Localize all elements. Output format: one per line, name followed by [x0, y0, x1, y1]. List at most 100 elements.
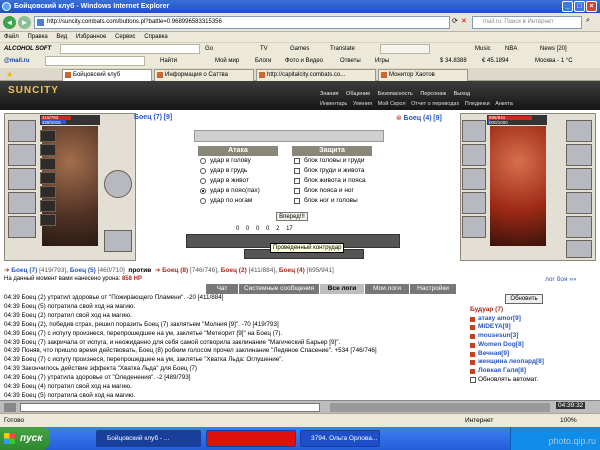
stop-icon[interactable]: ✕	[461, 17, 467, 25]
tab-capitalcity[interactable]: http://capitalcity.combats.co...	[256, 69, 376, 81]
tab-monitor[interactable]: Монитор Хаотов	[378, 69, 468, 81]
radio-icon[interactable]	[200, 168, 206, 174]
chat-toggle-icon[interactable]	[4, 403, 16, 412]
attack-option[interactable]: удар в пояс(пах)	[198, 186, 278, 196]
ring-slot[interactable]	[40, 158, 56, 170]
start-button[interactable]: пуск	[0, 427, 50, 450]
search-input[interactable]: mail.ru: Поиск в Интернет	[472, 16, 582, 29]
zoom-level[interactable]: 100%	[560, 414, 577, 428]
chat-tool-icons[interactable]	[330, 403, 550, 412]
ring-slot[interactable]	[40, 144, 56, 156]
link-communication[interactable]: Общение	[346, 91, 370, 97]
refresh-icon[interactable]: ⟳	[452, 17, 458, 25]
link-exit[interactable]: Выход	[454, 91, 470, 97]
go-button[interactable]: Go	[205, 43, 213, 55]
link-scroll[interactable]: Мой Скрол	[378, 101, 406, 107]
all-logs-tab[interactable]: Все логи	[320, 284, 364, 294]
link-knowledge[interactable]: Знания	[320, 91, 339, 97]
checkbox-icon[interactable]	[294, 158, 300, 164]
my-world-link[interactable]: Мой мир	[215, 55, 239, 68]
checkbox-icon[interactable]	[294, 168, 300, 174]
games-button[interactable]: Games	[290, 43, 309, 55]
link-plediny[interactable]: Плединки	[465, 101, 490, 107]
address-bar[interactable]: http://suncity.combats.com/buttons.pl?ba…	[34, 16, 450, 29]
photo-video-link[interactable]: Фото и Видео	[285, 55, 323, 68]
equip-amulet-slot[interactable]	[462, 144, 486, 166]
menu-view[interactable]: Вид	[56, 34, 67, 40]
boots-slot[interactable]	[566, 240, 592, 258]
close-button[interactable]: ×	[586, 1, 597, 12]
equip-helmet-slot[interactable]	[8, 120, 36, 142]
user-item[interactable]: mousesun[3]	[470, 332, 596, 341]
attack-option[interactable]: удар по ногам	[198, 196, 278, 206]
attack-option[interactable]: удар в живот	[198, 176, 278, 186]
equip-belt-slot[interactable]	[462, 216, 486, 238]
team-b-fighter[interactable]: Боец (2)	[221, 267, 247, 274]
menu-file[interactable]: Файл	[4, 34, 19, 40]
team-b-fighter[interactable]: Боец (8)	[162, 267, 188, 274]
menu-favorites[interactable]: Избранное	[76, 34, 106, 40]
taskbar-item-olga[interactable]: 3794. Ольга Орлова...	[300, 430, 380, 447]
link-transfers[interactable]: Отчет о переводах	[411, 101, 459, 107]
translate-button[interactable]: Translate	[330, 43, 355, 55]
link-inventory[interactable]: Инвентарь	[320, 101, 347, 107]
menu-help[interactable]: Справка	[144, 34, 168, 40]
auto-refresh-checkbox[interactable]	[470, 376, 476, 383]
checkbox-icon[interactable]	[294, 188, 300, 194]
user-item[interactable]: атаку amor[9]	[470, 315, 596, 324]
defense-option[interactable]: блок груди и живота	[292, 166, 372, 176]
taskbar-item-fight-club[interactable]: Бойцовский клуб - ...	[96, 430, 201, 447]
radio-icon[interactable]	[200, 158, 206, 164]
team-a-fighter[interactable]: Боец (5)	[70, 267, 96, 274]
shield-slot[interactable]	[104, 170, 132, 198]
team-a-fighter[interactable]: Боец (7)	[11, 267, 37, 274]
back-button[interactable]: ◄	[3, 16, 16, 29]
radio-icon[interactable]	[200, 188, 206, 194]
tab-fight-club[interactable]: Бойцовский клуб	[62, 69, 152, 81]
news-button[interactable]: News [20]	[540, 43, 567, 55]
link-profile[interactable]: Анкета	[495, 101, 513, 107]
defense-option[interactable]: блок головы и груди	[292, 156, 372, 166]
system-messages-tab[interactable]: Системные сообщения	[239, 284, 319, 294]
equip-weapon-slot[interactable]	[462, 168, 486, 190]
ring-slot[interactable]	[40, 130, 56, 142]
user-item[interactable]: женщина леопард[8]	[470, 358, 596, 367]
equip-weapon-slot[interactable]	[8, 168, 36, 190]
answers-link[interactable]: Ответы	[340, 55, 361, 68]
scroll-slot[interactable]	[40, 172, 56, 184]
equip-amulet-slot[interactable]	[8, 144, 36, 166]
menu-edit[interactable]: Правка	[27, 34, 47, 40]
user-item[interactable]: MIDEYA[9]	[470, 323, 596, 332]
user-item[interactable]: Women Dog[8]	[470, 341, 596, 350]
menu-tools[interactable]: Сервис	[115, 34, 136, 40]
link-character[interactable]: Персонаж	[420, 91, 446, 97]
bracer-slot[interactable]	[566, 144, 592, 166]
maximize-button[interactable]: □	[574, 1, 585, 12]
find-button[interactable]: Найти	[160, 55, 177, 68]
shield-slot[interactable]	[566, 192, 592, 214]
search-icon[interactable]: ⌕	[586, 17, 590, 25]
music-button[interactable]: Music	[475, 43, 491, 55]
battle-log-link[interactable]: лог боя »»	[545, 276, 577, 283]
defense-option[interactable]: блок живота и пояса	[292, 176, 372, 186]
my-logs-tab[interactable]: Мои логи	[365, 284, 409, 294]
equip-belt-slot[interactable]	[8, 216, 36, 238]
gloves-slot[interactable]	[566, 120, 592, 142]
refresh-button[interactable]: Обновить	[505, 294, 543, 304]
forward-button[interactable]: ►	[18, 16, 31, 29]
chat-input[interactable]	[20, 403, 320, 412]
radio-icon[interactable]	[200, 178, 206, 184]
equip-armor-slot[interactable]	[462, 192, 486, 214]
checkbox-icon[interactable]	[294, 178, 300, 184]
link-security[interactable]: Безопасность	[378, 91, 413, 97]
boots-slot[interactable]	[104, 230, 132, 252]
toolbar-search-input[interactable]	[60, 44, 200, 54]
right-character-figure[interactable]	[490, 126, 546, 246]
tv-button[interactable]: TV	[260, 43, 268, 55]
mailru-search-input[interactable]	[45, 56, 145, 66]
scroll-slot[interactable]	[40, 200, 56, 212]
adult-filter-select[interactable]	[380, 44, 430, 54]
blogs-link[interactable]: Блоги	[255, 55, 271, 68]
team-b-fighter[interactable]: Боец (4)	[279, 267, 305, 274]
user-item[interactable]: Вечная[9]	[470, 350, 596, 359]
